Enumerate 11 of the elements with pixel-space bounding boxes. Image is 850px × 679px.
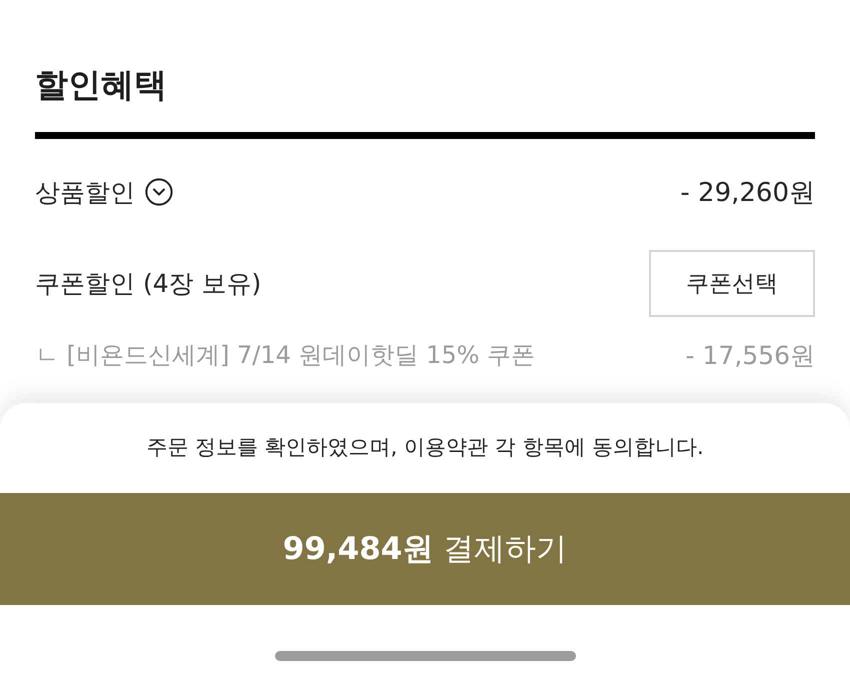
pay-button[interactable]: 99,484원 결제하기 bbox=[0, 493, 850, 605]
discount-label: 쿠폰할인 (4장 보유) bbox=[35, 268, 262, 300]
chevron-circle-icon bbox=[145, 178, 173, 206]
section-title: 할인혜택 bbox=[35, 64, 167, 106]
coupon-amount: - 17,556원 bbox=[686, 340, 815, 372]
expand-toggle[interactable] bbox=[145, 178, 173, 206]
agreement-text: 주문 정보를 확인하였으며, 이용약관 각 항목에 동의합니다. bbox=[146, 434, 704, 461]
discount-amount: - 29,260원 bbox=[680, 176, 815, 210]
applied-coupon-label: ㄴ [비욘드신세계] 7/14 원데이핫딜 15% 쿠폰 bbox=[35, 340, 536, 371]
coupon-select-button[interactable]: 쿠폰선택 bbox=[649, 250, 815, 316]
discount-label: 상품할인 bbox=[35, 176, 135, 208]
